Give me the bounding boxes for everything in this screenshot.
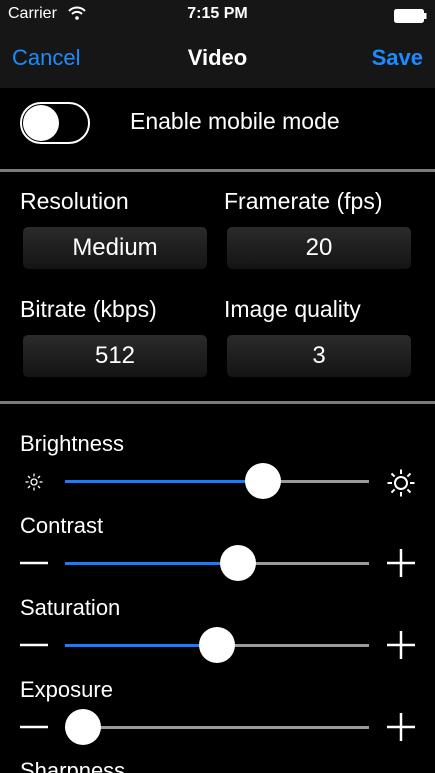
status-bar: Carrier 7:15 PM (0, 0, 435, 32)
exposure-slider-knob[interactable] (65, 709, 102, 745)
framerate-label: Framerate (fps) (224, 188, 383, 214)
minus-icon[interactable] (20, 553, 48, 573)
mobile-mode-label: Enable mobile mode (130, 108, 340, 134)
image-quality-label: Image quality (224, 296, 361, 322)
minus-icon[interactable] (20, 635, 48, 655)
resolution-label: Resolution (20, 188, 129, 214)
status-time: 7:15 PM (187, 5, 248, 22)
bitrate-selector[interactable]: 512 (23, 335, 207, 377)
nav-bar: Cancel Video Save (0, 32, 435, 88)
plus-icon[interactable] (387, 631, 415, 659)
plus-icon[interactable] (387, 549, 415, 577)
exposure-slider[interactable] (65, 709, 369, 745)
exposure-label: Exposure (20, 677, 113, 702)
contrast-slider[interactable] (65, 545, 369, 581)
resolution-selector[interactable]: Medium (23, 227, 207, 269)
saturation-slider-fill (65, 644, 217, 647)
saturation-slider-knob[interactable] (199, 627, 235, 663)
saturation-label: Saturation (20, 595, 121, 620)
mobile-mode-toggle[interactable] (20, 102, 90, 144)
minus-icon[interactable] (20, 717, 48, 737)
sun-large-icon[interactable] (386, 468, 416, 498)
sharpness-label: Sharpness (20, 758, 126, 773)
battery-icon (394, 9, 427, 23)
contrast-slider-fill (65, 562, 239, 565)
saturation-slider[interactable] (65, 627, 369, 663)
divider (0, 401, 435, 404)
framerate-selector[interactable]: 20 (227, 227, 411, 269)
page-title: Video (187, 45, 248, 70)
save-button[interactable]: Save (372, 45, 423, 71)
brightness-slider-knob[interactable] (244, 463, 281, 499)
brightness-label: Brightness (20, 431, 124, 456)
contrast-slider-knob[interactable] (220, 545, 257, 581)
plus-icon[interactable] (387, 713, 415, 741)
image-quality-selector[interactable]: 3 (227, 335, 411, 377)
bitrate-label: Bitrate (kbps) (20, 296, 157, 322)
brightness-slider[interactable] (65, 463, 369, 499)
toggle-knob (23, 105, 59, 141)
contrast-label: Contrast (20, 513, 104, 538)
divider (0, 169, 435, 172)
brightness-slider-fill (65, 480, 263, 483)
sun-small-icon[interactable] (24, 472, 44, 492)
